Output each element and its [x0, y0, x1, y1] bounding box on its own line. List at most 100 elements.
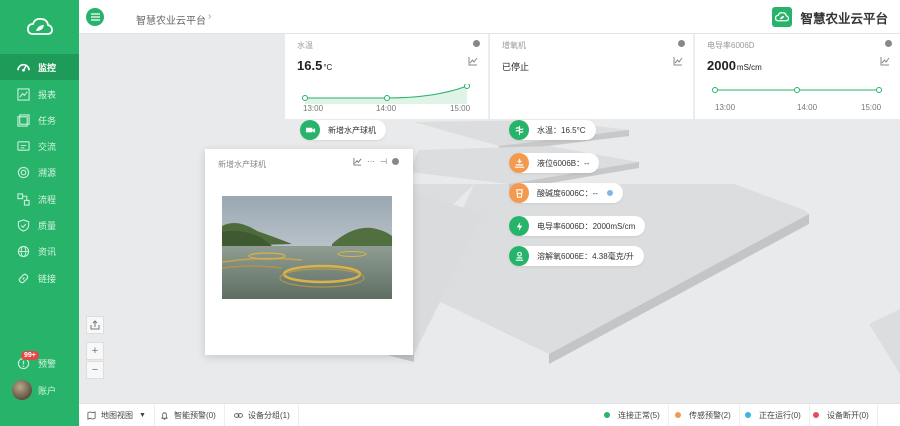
breadcrumb[interactable]: 智慧农业云平台: [136, 12, 206, 27]
shield-icon: [16, 218, 30, 232]
settings-icon[interactable]: [392, 158, 399, 165]
status-disconnected[interactable]: 设备断开(0): [805, 404, 878, 426]
status-dot: [606, 190, 613, 196]
smart-alarm-label: 智能预警(0): [174, 410, 216, 420]
trend-chart-icon[interactable]: [673, 56, 683, 66]
device-label: 新增水产球机: [328, 125, 376, 135]
settings-icon[interactable]: [678, 40, 685, 47]
stat-unit: °C: [323, 63, 333, 72]
sidebar-item-label: 任务: [38, 115, 57, 126]
device-camera[interactable]: 新增水产球机: [300, 120, 386, 140]
sidebar-item-label: 报表: [38, 89, 57, 100]
bell-icon: [161, 411, 168, 420]
trend-chart-icon[interactable]: [468, 56, 478, 66]
smart-alarm-button[interactable]: 智能预警(0): [152, 404, 225, 426]
device-label: 酸碱度6006C：--: [537, 188, 598, 198]
alarm-count-badge: 99+: [21, 351, 39, 360]
stat-card-conductivity[interactable]: 电导率6006D 2000mS/cm 13:00 14:00 15:00: [695, 34, 900, 119]
status-dot: [604, 412, 610, 418]
sidebar-item-label: 账户: [38, 385, 57, 396]
stat-value: 16.5°C: [297, 58, 332, 73]
cloud-leaf-logo-icon: [26, 17, 53, 35]
map-icon: [87, 410, 96, 420]
status-label: 传感预警(2): [689, 410, 731, 420]
map-view-dropdown[interactable]: 地图视图 ▼: [79, 404, 155, 426]
message-icon: [16, 139, 30, 153]
water-level-icon: [509, 153, 529, 173]
sidebar-item-flow[interactable]: 流程: [0, 186, 79, 212]
time-tick: 15:00: [450, 104, 471, 113]
share-icon: [90, 320, 100, 330]
pin-icon[interactable]: ⊣: [380, 157, 387, 166]
sidebar-item-label: 溯源: [38, 167, 57, 178]
device-ph[interactable]: 酸碱度6006C：--: [509, 183, 623, 203]
status-sensor-warning[interactable]: 传感预警(2): [667, 404, 740, 426]
settings-icon[interactable]: [885, 40, 892, 47]
zoom-out-button[interactable]: −: [86, 361, 104, 379]
fish-farm-camera-image[interactable]: [222, 196, 392, 299]
top-header: 智慧农业云平台 › 智慧农业云平台: [79, 0, 900, 34]
sidebar-item-account[interactable]: 账户: [0, 377, 79, 403]
stat-card-water-temp[interactable]: 水温 16.5°C 13:00 14:00 15:00: [285, 34, 489, 119]
link-icon: [16, 271, 30, 285]
device-group-label: 设备分组(1): [248, 410, 290, 420]
zoom-in-button[interactable]: +: [86, 342, 104, 360]
thermometer-icon: [509, 120, 529, 140]
sidebar-item-message[interactable]: 交流: [0, 133, 79, 159]
camera-popup: 新增水产球机 ··· ⊣: [205, 149, 413, 355]
device-conductivity[interactable]: 电导率6006D：2000mS/cm: [509, 216, 646, 236]
sidebar-item-alarm[interactable]: 99+ 预警: [0, 350, 79, 376]
device-dissolved-oxygen[interactable]: 溶解氧6006E：4.38毫克/升: [509, 246, 644, 266]
sidebar-item-task[interactable]: 任务: [0, 107, 79, 133]
share-button[interactable]: [86, 316, 104, 334]
time-tick: 14:00: [376, 104, 397, 113]
app-logo[interactable]: [0, 0, 79, 54]
sidebar-item-label: 交流: [38, 141, 57, 152]
footer-bar: 地图视图 ▼ 智能预警(0) 设备分组(1) 连接正常(5) 传感预警(2) 正…: [79, 403, 900, 426]
status-dot: [813, 412, 819, 418]
stat-label: 水温: [297, 41, 313, 50]
device-label: 电导率6006D：2000mS/cm: [537, 221, 636, 231]
status-connected[interactable]: 连接正常(5): [594, 404, 669, 426]
brand: 智慧农业云平台: [772, 7, 888, 27]
stat-value: 已停止: [502, 62, 530, 72]
time-tick: 13:00: [715, 103, 736, 112]
status-label: 设备断开(0): [827, 410, 869, 420]
sidebar-item-label: 监控: [38, 62, 57, 73]
trend-chart-icon[interactable]: [353, 157, 362, 166]
camera-icon: [300, 120, 320, 140]
sidebar-item-link[interactable]: 链接: [0, 265, 79, 291]
device-water-temp[interactable]: 水温：16.5°C: [509, 120, 596, 140]
oxygen-icon: [509, 246, 529, 266]
device-group-button[interactable]: 设备分组(1): [226, 404, 299, 426]
brand-logo-icon: [772, 7, 793, 27]
sidebar-item-quality[interactable]: 质量: [0, 212, 79, 238]
time-tick: 13:00: [303, 104, 324, 113]
sidebar-item-label: 预警: [38, 358, 57, 369]
sidebar-item-label: 链接: [38, 273, 57, 284]
settings-icon[interactable]: [473, 40, 480, 47]
status-running[interactable]: 正在运行(0): [737, 404, 810, 426]
brand-title: 智慧农业云平台: [800, 11, 888, 26]
water-temp-sparkline: [302, 84, 470, 104]
status-label: 连接正常(5): [618, 410, 660, 420]
stat-number: 16.5: [297, 58, 323, 73]
sidebar-item-monitor[interactable]: 监控: [0, 54, 79, 80]
stat-card-aerator[interactable]: 增氧机 已停止: [490, 34, 694, 119]
lightning-icon: [509, 216, 529, 236]
task-icon: [16, 113, 30, 127]
trend-chart-icon[interactable]: [880, 56, 890, 66]
status-label: 正在运行(0): [759, 410, 801, 420]
sidebar-item-news[interactable]: 资讯: [0, 238, 79, 264]
menu-toggle-button[interactable]: [86, 8, 104, 26]
globe-icon: [16, 244, 30, 258]
more-icon[interactable]: ···: [367, 157, 375, 166]
sidebar-item-trace[interactable]: 溯源: [0, 159, 79, 185]
flow-icon: [16, 192, 30, 206]
map-view-label: 地图视图: [101, 410, 133, 420]
chart-icon: [16, 87, 30, 101]
sidebar-item-label: 质量: [38, 220, 57, 231]
alarm-icon: 99+: [16, 351, 39, 370]
device-water-level[interactable]: 液位6006B：--: [509, 153, 600, 173]
sidebar-item-report[interactable]: 报表: [0, 81, 79, 107]
